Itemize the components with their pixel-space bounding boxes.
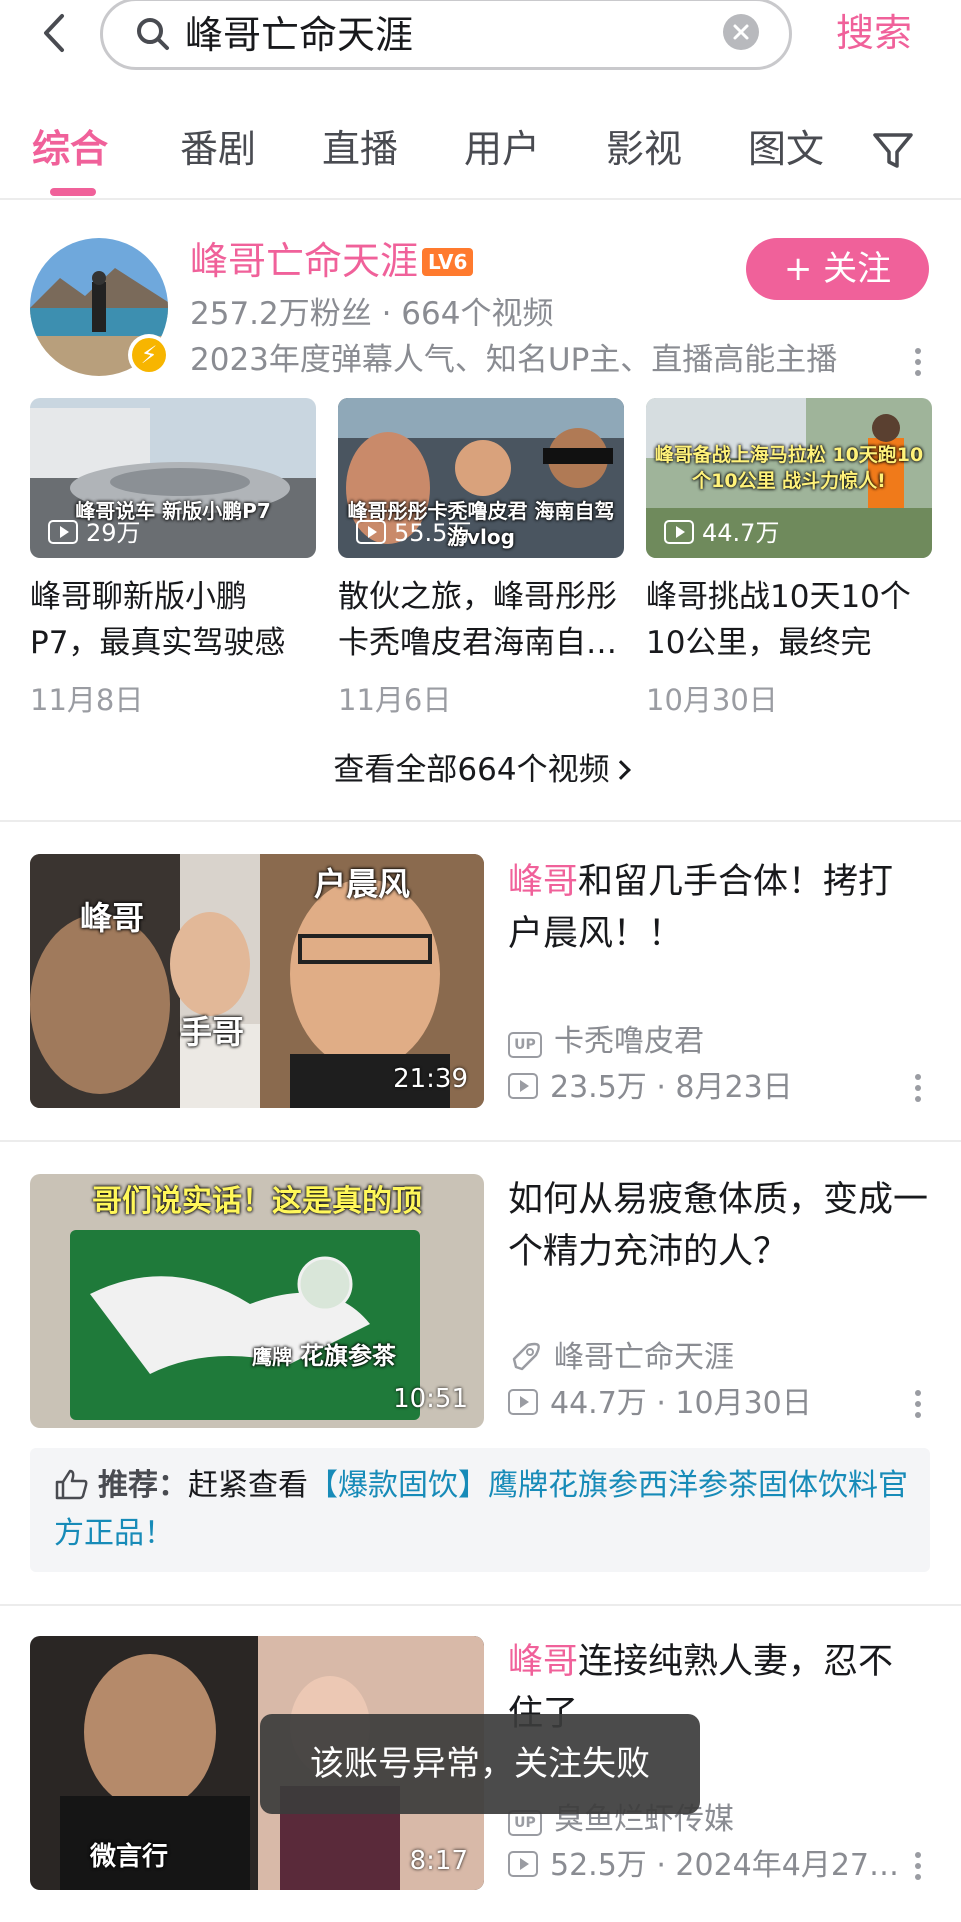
- thumbnail-caption: 手哥: [180, 1013, 245, 1051]
- divider: [0, 820, 961, 822]
- filter-icon[interactable]: [870, 128, 916, 174]
- follow-button[interactable]: + 关注: [746, 238, 929, 300]
- play-count-icon: [508, 1389, 538, 1415]
- tab-articles[interactable]: 图文: [748, 124, 824, 174]
- thumbnail-caption: 哥们说实话！这是真的顶: [92, 1184, 422, 1219]
- user-honors: 2023年度弹幕人气、知名UP主、直播高能主播: [190, 342, 838, 378]
- search-box[interactable]: 峰哥亡命天涯: [100, 0, 792, 70]
- thumbnail-caption: 峰哥备战上海马拉松 10天跑10个10公里 战斗力惊人!: [654, 444, 924, 492]
- video-title[interactable]: 峰哥聊新版小鹏P7，最真实驾驶感受: [30, 574, 316, 666]
- user-result-card: ⚡ 峰哥亡命天涯 LV6 257.2万粉丝 · 664个视频 2023年度弹幕人…: [0, 200, 961, 820]
- recommend-label: 推荐：: [98, 1468, 188, 1503]
- view-all-label: 查看全部664个视频: [333, 752, 610, 788]
- user-video-card[interactable]: 峰哥彤彤卡秃噜皮君 海南自驾游vlog 55.5万 散伙之旅，峰哥彤彤卡秃噜皮君…: [338, 398, 624, 720]
- recommend-banner[interactable]: 推荐：赶紧查看【爆款固饮】鹰牌花旗参西洋参茶固体饮料官方正品！: [30, 1448, 930, 1572]
- recommend-text: 赶紧查看: [188, 1468, 308, 1503]
- top-bar: 峰哥亡命天涯 搜索: [0, 0, 961, 100]
- video-thumbnail[interactable]: 峰哥说车 新版小鹏P7 29万: [30, 398, 316, 558]
- thumbnail-caption: 花旗参茶: [300, 1342, 396, 1370]
- active-tab-indicator: [50, 188, 96, 196]
- video-title[interactable]: 峰哥挑战10天10个10公里，最终完成…: [646, 574, 932, 666]
- search-button[interactable]: 搜索: [836, 8, 912, 58]
- view-count: 44.7万: [550, 1386, 647, 1421]
- author-name: 卡秃噜皮君: [554, 1024, 704, 1059]
- play-count-icon: [508, 1073, 538, 1099]
- video-duration: 10:51: [393, 1384, 468, 1414]
- video-stats: 23.5万 · 8月23日: [508, 1068, 793, 1108]
- more-options-icon[interactable]: [906, 1068, 930, 1108]
- play-count-icon: [664, 520, 694, 544]
- user-stats: 257.2万粉丝 · 664个视频: [190, 296, 554, 332]
- back-arrow-icon[interactable]: [32, 8, 82, 58]
- video-thumbnail[interactable]: 峰哥备战上海马拉松 10天跑10个10公里 战斗力惊人! 44.7万: [646, 398, 932, 558]
- video-title[interactable]: 峰哥和留几手合体！拷打户晨风！！: [508, 856, 928, 960]
- video-date: 10月30日: [646, 683, 778, 717]
- search-icon: [137, 18, 169, 50]
- thumbnail-caption: 微言行: [90, 1842, 169, 1872]
- video-date: 11月8日: [30, 683, 144, 717]
- up-icon: UP: [508, 1032, 542, 1058]
- view-count: 44.7万: [702, 519, 780, 547]
- view-all-videos-link[interactable]: 查看全部664个视频: [0, 748, 961, 792]
- clear-search-icon[interactable]: [723, 14, 759, 50]
- user-video-card[interactable]: 峰哥备战上海马拉松 10天跑10个10公里 战斗力惊人! 44.7万 峰哥挑战1…: [646, 398, 932, 720]
- error-toast: 该账号异常，关注失败: [260, 1714, 700, 1814]
- title-text: 如何从易疲惫体质，变成一个精力充沛的人？: [508, 1180, 929, 1272]
- publish-date: 2024年4月27…: [675, 1848, 900, 1883]
- tab-anime[interactable]: 番剧: [180, 124, 256, 174]
- play-count-icon: [508, 1851, 538, 1877]
- video-date: 11月6日: [338, 683, 452, 717]
- video-duration: 21:39: [393, 1064, 468, 1094]
- tab-live[interactable]: 直播: [322, 124, 398, 174]
- user-video-card[interactable]: 峰哥说车 新版小鹏P7 29万 峰哥聊新版小鹏P7，最真实驾驶感受 11月8日: [30, 398, 316, 720]
- play-count-icon: [48, 520, 78, 544]
- tab-users[interactable]: 用户: [464, 124, 540, 174]
- video-title[interactable]: 散伙之旅，峰哥彤彤卡秃噜皮君海南自…: [338, 574, 624, 666]
- level-badge: LV6: [422, 248, 474, 276]
- video-author[interactable]: UP 卡秃噜皮君: [508, 1022, 704, 1062]
- tab-all[interactable]: 综合: [32, 124, 108, 174]
- video-author[interactable]: 峰哥亡命天涯: [508, 1338, 734, 1378]
- more-options-icon[interactable]: [906, 1846, 930, 1886]
- thumbnail-caption: 鹰牌: [252, 1345, 292, 1369]
- title-highlight: 峰哥: [508, 1642, 579, 1682]
- publish-date: 8月23日: [675, 1070, 793, 1105]
- video-duration: 8:17: [409, 1846, 468, 1876]
- search-input[interactable]: 峰哥亡命天涯: [185, 7, 665, 63]
- more-options-icon[interactable]: [906, 342, 930, 382]
- recommend-content: 推荐：赶紧查看【爆款固饮】鹰牌花旗参西洋参茶固体饮料官方正品！: [54, 1462, 920, 1558]
- divider: [0, 1604, 961, 1606]
- view-count: 23.5万: [550, 1070, 647, 1105]
- video-thumbnail[interactable]: 峰哥 手哥 户晨风 21:39: [30, 854, 484, 1108]
- category-tabs: 综合 番剧 直播 用户 影视 图文: [0, 110, 961, 200]
- divider: [0, 1140, 961, 1142]
- thumbs-up-icon: [55, 1469, 88, 1500]
- chevron-right-icon: [610, 760, 631, 780]
- video-stats: 44.7万 · 10月30日: [508, 1384, 812, 1424]
- more-options-icon[interactable]: [906, 1384, 930, 1424]
- verified-badge-icon: ⚡: [128, 334, 170, 376]
- author-name: 峰哥亡命天涯: [554, 1340, 734, 1375]
- publish-date: 10月30日: [675, 1386, 812, 1421]
- view-count: 52.5万: [550, 1848, 647, 1883]
- title-highlight: 峰哥: [508, 862, 579, 902]
- play-count-icon: [356, 520, 386, 544]
- thumbnail-caption: 峰哥: [80, 899, 145, 937]
- video-thumbnail[interactable]: 哥们说实话！这是真的顶 鹰牌 花旗参茶 10:51: [30, 1174, 484, 1428]
- view-count: 29万: [86, 519, 141, 547]
- video-title[interactable]: 如何从易疲惫体质，变成一个精力充沛的人？: [508, 1174, 928, 1278]
- rocket-icon: [512, 1342, 540, 1371]
- video-stats: 52.5万 · 2024年4月27…: [508, 1846, 899, 1886]
- user-name[interactable]: 峰哥亡命天涯: [190, 236, 418, 286]
- view-count: 55.5万: [394, 519, 472, 547]
- tab-film[interactable]: 影视: [606, 124, 682, 174]
- video-thumbnail[interactable]: 峰哥彤彤卡秃噜皮君 海南自驾游vlog 55.5万: [338, 398, 624, 558]
- thumbnail-caption: 户晨风: [314, 865, 411, 903]
